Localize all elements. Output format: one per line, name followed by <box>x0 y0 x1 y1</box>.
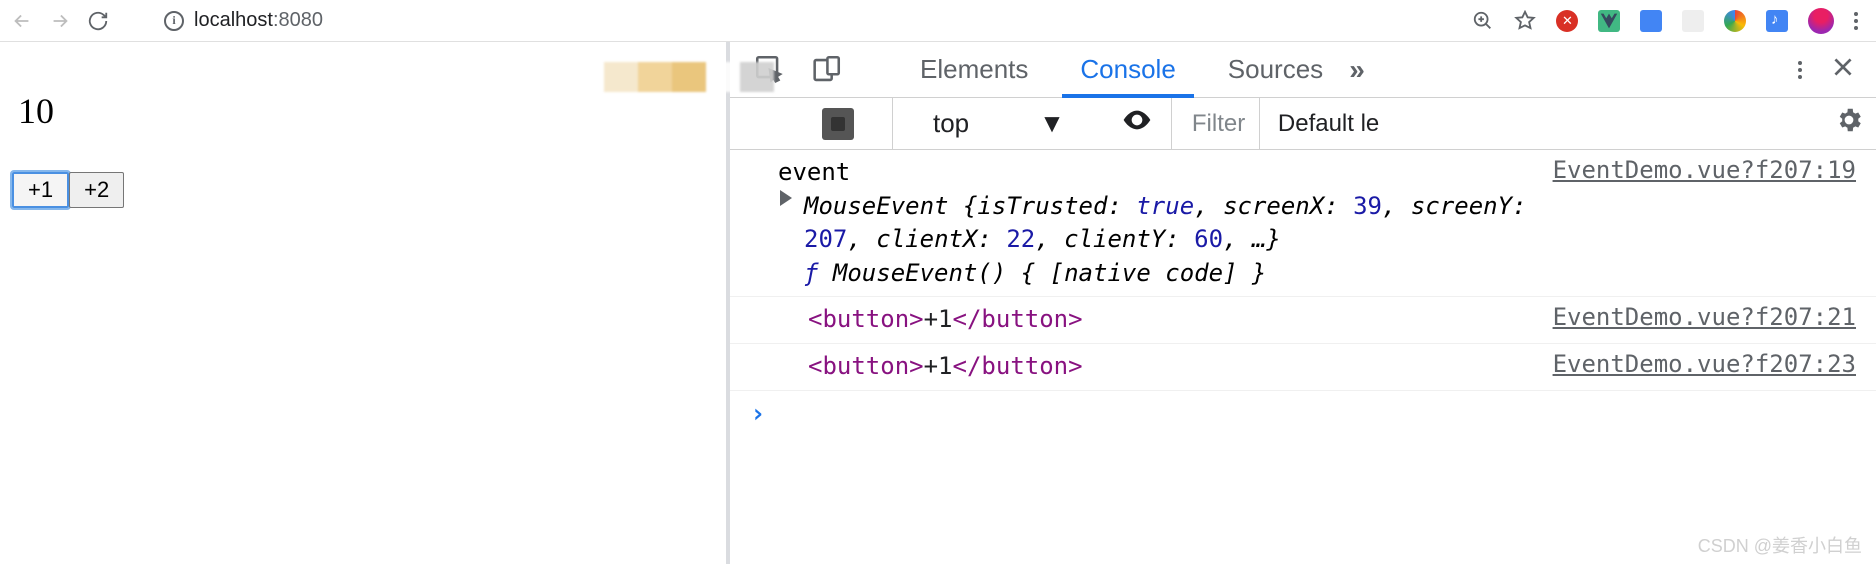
music-extension-icon[interactable]: ♪ <box>1766 10 1788 32</box>
address-bar[interactable]: i localhost:8080 <box>152 5 1352 37</box>
log-entry[interactable]: <button>+1</button> EventDemo.vue?f207:2… <box>730 297 1876 344</box>
clear-console-icon[interactable] <box>822 108 854 140</box>
fn-signature: MouseEvent() { [native code] } <box>833 259 1266 287</box>
live-expression-icon[interactable] <box>1121 104 1153 144</box>
browser-toolbar: i localhost:8080 ✕ ♪ <box>0 0 1876 42</box>
devtools-panel: Elements Console Sources » top ▼ Filter <box>730 42 1876 564</box>
source-link[interactable]: EventDemo.vue?f207:19 <box>1533 156 1856 290</box>
source-link[interactable]: EventDemo.vue?f207:21 <box>1533 303 1856 337</box>
tab-elements[interactable]: Elements <box>894 42 1054 97</box>
more-tabs-icon[interactable]: » <box>1349 54 1359 86</box>
zoom-icon[interactable] <box>1472 10 1494 32</box>
page-viewport: 10 +1 +2 <box>0 42 730 564</box>
close-devtools-icon[interactable] <box>1830 54 1856 85</box>
object-type: MouseEvent <box>804 192 949 220</box>
console-output: event MouseEvent {isTrusted: true, scree… <box>730 150 1876 564</box>
extension-icon[interactable]: ✕ <box>1556 10 1578 32</box>
toolbar-right: ✕ ♪ <box>1472 8 1868 34</box>
console-settings-icon[interactable] <box>1834 105 1864 143</box>
log-label: event <box>778 158 850 186</box>
profile-avatar[interactable] <box>1808 8 1834 34</box>
log-entry[interactable]: <button>+1</button> EventDemo.vue?f207:2… <box>730 344 1876 391</box>
blurred-region <box>604 62 774 92</box>
context-label: top <box>933 108 969 139</box>
forward-button[interactable] <box>46 7 74 35</box>
tab-console[interactable]: Console <box>1054 42 1201 97</box>
url-text: localhost:8080 <box>194 9 323 32</box>
site-info-icon[interactable]: i <box>164 11 184 31</box>
devtools-tabs: Elements Console Sources » <box>730 42 1876 98</box>
console-toolbar: top ▼ Filter Default le <box>730 98 1876 150</box>
filter-input[interactable]: Filter <box>1171 98 1241 149</box>
bookmark-star-icon[interactable] <box>1514 10 1536 32</box>
translate-icon[interactable] <box>1640 10 1662 32</box>
extension-icon-2[interactable] <box>1682 10 1704 32</box>
console-prompt[interactable]: › <box>730 391 1876 437</box>
increment-1-button[interactable]: +1 <box>12 172 69 208</box>
counter-value: 10 <box>18 90 714 132</box>
log-levels-select[interactable]: Default le <box>1259 98 1399 149</box>
watermark: CSDN @姜香小白鱼 <box>1698 532 1862 558</box>
vue-devtools-icon[interactable] <box>1598 10 1620 32</box>
devtools-menu-icon[interactable] <box>1798 61 1802 79</box>
extension-icon-3[interactable] <box>1724 10 1746 32</box>
chevron-down-icon: ▼ <box>1039 108 1065 139</box>
tab-sources[interactable]: Sources <box>1202 42 1349 97</box>
source-link[interactable]: EventDemo.vue?f207:23 <box>1533 350 1856 384</box>
log-entry[interactable]: event MouseEvent {isTrusted: true, scree… <box>730 150 1876 297</box>
increment-2-button[interactable]: +2 <box>69 172 124 208</box>
device-toolbar-icon[interactable] <box>798 53 854 87</box>
browser-menu-icon[interactable] <box>1854 12 1858 30</box>
execution-context-select[interactable]: top ▼ <box>892 98 1073 149</box>
back-button[interactable] <box>8 7 36 35</box>
expand-triangle-icon[interactable] <box>780 190 792 206</box>
button-row: +1 +2 <box>12 172 714 208</box>
reload-button[interactable] <box>84 7 112 35</box>
